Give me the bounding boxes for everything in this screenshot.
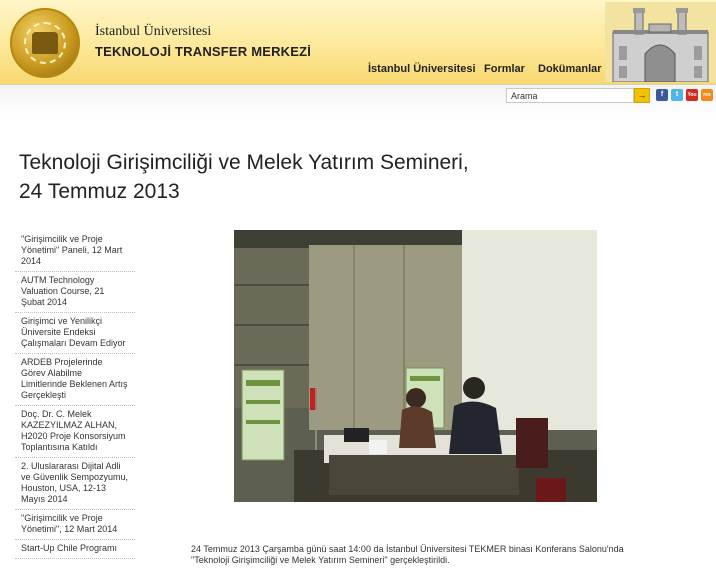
sidebar-item-girisimci-endeksi[interactable]: Girişimci ve Yenilikçi Üniversite Endeks… — [15, 313, 135, 354]
rss-icon[interactable]: rss — [701, 89, 713, 101]
center-name[interactable]: TEKNOLOJİ TRANSFER MERKEZİ — [95, 44, 311, 59]
sidebar-item-ardeb-projeleri[interactable]: ARDEB Projelerinde Görev Alabilme Limitl… — [15, 354, 135, 406]
sidebar-item-dijital-adli-sempozyum[interactable]: 2. Uluslararası Dijital Adli ve Güvenlik… — [15, 458, 135, 510]
page-title: Teknoloji Girişimciliği ve Melek Yatırım… — [19, 148, 579, 206]
nav-link-istanbul-universitesi[interactable]: İstanbul Üniversitesi — [368, 63, 476, 75]
university-building-icon — [605, 2, 716, 82]
site-header: İstanbul Üniversitesi TEKNOLOJİ TRANSFER… — [0, 0, 716, 84]
page-title-line1: Teknoloji Girişimciliği ve Melek Yatırım… — [19, 151, 469, 174]
sidebar-item-girisimcilik-12-mart[interactable]: "Girişimcilik ve Proje Yönetimi", 12 Mar… — [15, 510, 135, 540]
nav-link-formlar[interactable]: Formlar — [484, 63, 525, 75]
search-button[interactable]: → — [634, 88, 650, 103]
sidebar-item-girisimcilik-paneli[interactable]: "Girişimcilik ve Proje Yönetimi" Paneli,… — [15, 231, 135, 272]
university-logo-icon[interactable] — [10, 8, 80, 78]
sidebar-item-autm-course[interactable]: AUTM Technology Valuation Course, 21 Şub… — [15, 272, 135, 313]
search-input[interactable] — [506, 88, 634, 103]
nav-link-dokumanlar[interactable]: Dokümanlar — [538, 63, 602, 75]
university-name[interactable]: İstanbul Üniversitesi — [95, 24, 211, 40]
sidebar-item-h2020-toplanti[interactable]: Doç. Dr. C. Melek KAZEZYILMAZ ALHAN, H20… — [15, 406, 135, 458]
sidebar-item-start-up-chile[interactable]: Start-Up Chile Programı — [15, 540, 135, 559]
youtube-icon[interactable]: You — [686, 89, 698, 101]
facebook-icon[interactable]: f — [656, 89, 668, 101]
news-sidebar: "Girişimcilik ve Proje Yönetimi" Paneli,… — [15, 231, 135, 559]
article-caption: 24 Temmuz 2013 Çarşamba günü saat 14:00 … — [191, 544, 624, 565]
twitter-icon[interactable]: t — [671, 89, 683, 101]
seminar-photo — [234, 230, 597, 502]
page-title-line2: 24 Temmuz 2013 — [19, 180, 180, 203]
logo-emblem — [32, 32, 58, 54]
